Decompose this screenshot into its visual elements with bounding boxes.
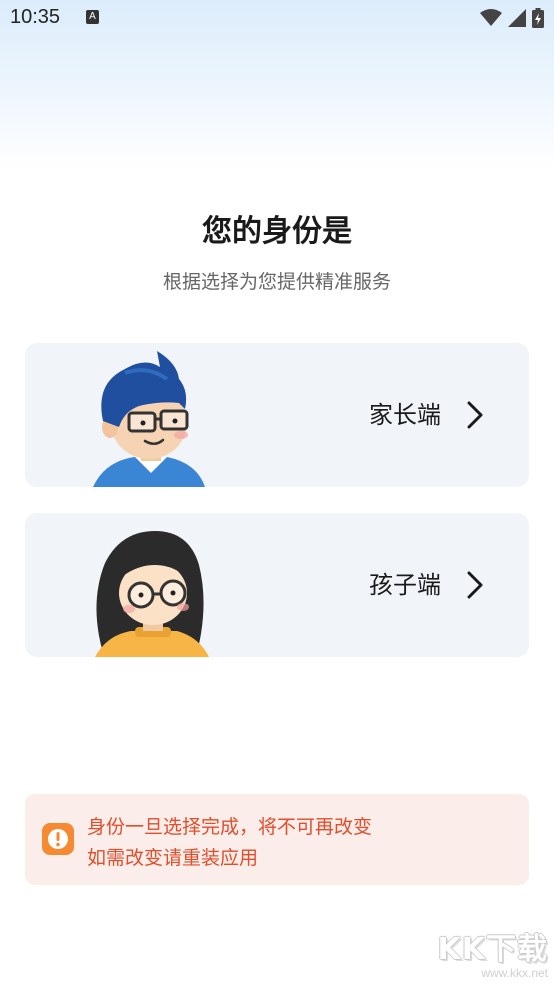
cellular-signal-icon bbox=[508, 9, 526, 27]
battery-charging-icon bbox=[532, 8, 544, 28]
chevron-right-icon bbox=[467, 401, 483, 429]
page-title: 您的身份是 bbox=[202, 214, 352, 249]
warning-notice: 身份一旦选择完成，将不可再改变 如需改变请重装应用 bbox=[25, 794, 529, 885]
child-role-label: 孩子端 bbox=[369, 571, 441, 599]
page-subtitle: 根据选择为您提供精准服务 bbox=[162, 271, 391, 293]
notice-text-line2: 如需改变请重装应用 bbox=[87, 847, 259, 869]
watermark-url: www.kkx.net bbox=[481, 966, 548, 980]
watermark: KK下载 www.kkx.net bbox=[438, 924, 549, 980]
status-time: 10:35 bbox=[10, 6, 61, 28]
parent-avatar bbox=[93, 351, 205, 487]
status-icons bbox=[480, 8, 544, 28]
notification-a-icon: A bbox=[86, 10, 99, 24]
parent-role-card[interactable]: 家长端 bbox=[25, 343, 529, 487]
parent-role-label: 家长端 bbox=[369, 401, 441, 429]
notice-text-line1: 身份一旦选择完成，将不可再改变 bbox=[87, 816, 373, 838]
warning-icon bbox=[42, 823, 74, 855]
chevron-right-icon bbox=[467, 571, 483, 599]
child-avatar bbox=[95, 531, 209, 657]
child-role-card[interactable]: 孩子端 bbox=[25, 513, 529, 657]
status-bar: 10:35 A bbox=[0, 0, 554, 38]
wifi-icon bbox=[480, 9, 502, 26]
watermark-logo: KK下载 bbox=[437, 932, 548, 967]
